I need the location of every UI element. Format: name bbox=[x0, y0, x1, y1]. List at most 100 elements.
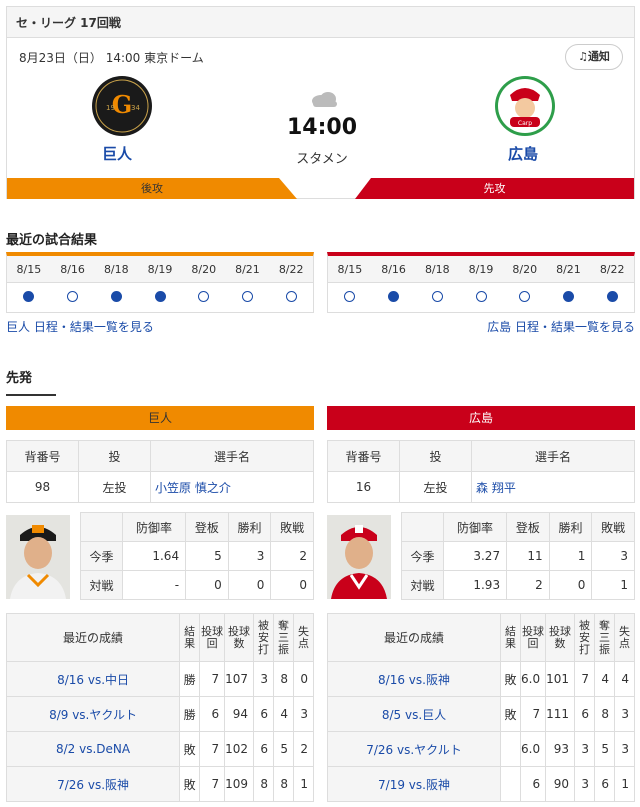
season-wins: 3 bbox=[227, 541, 272, 571]
notify-button[interactable]: ♫通知 bbox=[565, 44, 623, 70]
result-cell: 4 bbox=[594, 661, 615, 697]
game-link[interactable]: 7/19 vs.阪神 bbox=[327, 766, 501, 802]
away-pitcher-table: 背番号 投 選手名 16 左投 森 翔平 bbox=[327, 440, 635, 503]
result-header: 投球数 bbox=[224, 613, 254, 662]
row-season: 今季 bbox=[80, 541, 123, 571]
result-cell: 6 bbox=[253, 731, 274, 767]
away-stat-table: 防御率 登板 勝利 敗戦 今季 3.27 11 1 3 対戦 1.93 2 0 … bbox=[401, 512, 635, 600]
result-cell: 1 bbox=[614, 766, 635, 802]
home-team-name[interactable]: 巨人 bbox=[102, 143, 132, 164]
pitcher-name-link[interactable]: 小笠原 慎之介 bbox=[150, 471, 314, 503]
result-cell: 6 bbox=[574, 696, 595, 732]
result-cell: 勝 bbox=[179, 696, 201, 732]
away-pitcher-photo[interactable] bbox=[327, 515, 391, 599]
recent-result-cell[interactable] bbox=[372, 283, 416, 310]
recent-result-cell[interactable] bbox=[7, 283, 51, 310]
home-recent-marks bbox=[7, 283, 313, 310]
result-cell: 90 bbox=[545, 766, 575, 802]
result-cell: 7 bbox=[199, 731, 226, 767]
result-cell: 6 bbox=[594, 766, 615, 802]
recent-result-cell[interactable] bbox=[590, 283, 634, 310]
season-era: 3.27 bbox=[442, 541, 508, 571]
stat-corner bbox=[401, 512, 444, 542]
recent-result-cell[interactable] bbox=[547, 283, 591, 310]
recent-result-cell[interactable] bbox=[138, 283, 182, 310]
game-link[interactable]: 7/26 vs.ヤクルト bbox=[327, 731, 501, 767]
result-cell: 4 bbox=[273, 696, 294, 732]
recent-result-cell[interactable] bbox=[94, 283, 138, 310]
recent-date: 8/22 bbox=[278, 263, 304, 276]
bell-icon: ♫ bbox=[578, 50, 588, 63]
home-schedule-link[interactable]: 巨人 日程・結果一覧を見る bbox=[6, 318, 154, 335]
result-header: 投球回 bbox=[199, 613, 226, 662]
vs-era: - bbox=[121, 570, 187, 600]
col-games: 登板 bbox=[506, 512, 550, 542]
giants-logo[interactable]: G 19 34 bbox=[91, 75, 153, 137]
result-cell: 3 bbox=[253, 661, 274, 697]
game-link[interactable]: 8/16 vs.中日 bbox=[5, 661, 181, 697]
recent-result-cell[interactable] bbox=[503, 283, 547, 310]
game-link[interactable]: 8/5 vs.巨人 bbox=[327, 696, 501, 732]
season-losses: 3 bbox=[591, 541, 635, 571]
home-pitcher-photo[interactable] bbox=[6, 515, 70, 599]
col-number: 背番号 bbox=[6, 440, 79, 472]
result-cell: 7 bbox=[574, 661, 595, 697]
col-number: 背番号 bbox=[327, 440, 400, 472]
pitcher-throws: 左投 bbox=[399, 471, 472, 503]
game-time: 14:00 bbox=[287, 115, 358, 140]
pitcher-number: 16 bbox=[327, 471, 400, 503]
result-cell bbox=[500, 731, 521, 767]
recent-date: 8/18 bbox=[424, 263, 450, 276]
result-cell: 8 bbox=[273, 661, 294, 697]
recent-result-cell[interactable] bbox=[415, 283, 459, 310]
vs-games: 2 bbox=[506, 570, 550, 600]
recent-result-cell[interactable] bbox=[459, 283, 503, 310]
recent-result-cell[interactable] bbox=[226, 283, 270, 310]
away-recent-marks bbox=[328, 283, 634, 310]
recent-result-cell[interactable] bbox=[51, 283, 95, 310]
result-cell: 8 bbox=[253, 766, 274, 802]
result-cell: 5 bbox=[273, 731, 294, 767]
table-row: 7/26 vs.ヤクルト 6.0 93 3 5 3 bbox=[327, 731, 635, 767]
result-cell: 3 bbox=[614, 731, 635, 767]
table-row: 7/19 vs.阪神 6 90 3 6 1 bbox=[327, 766, 635, 802]
game-datetime: 8月23日（日） 14:00 東京ドーム bbox=[19, 51, 204, 65]
carp-logo[interactable]: Carp bbox=[494, 75, 556, 137]
win-mark-icon bbox=[606, 291, 618, 302]
away-schedule-link[interactable]: 広島 日程・結果一覧を見る bbox=[487, 318, 635, 335]
result-cell: 7 bbox=[519, 696, 547, 732]
recent-date: 8/19 bbox=[468, 263, 494, 276]
home-recent-stats-table: 最近の成績 結果 投球回 投球数 被安打 奪三振 失点 8/16 vs.中日勝 7 107 3 8 0 8… bbox=[5, 613, 314, 802]
home-stat-table: 防御率 登板 勝利 敗戦 今季 1.64 5 3 2 対戦 - 0 0 0 bbox=[80, 512, 314, 600]
loss-mark-icon bbox=[67, 291, 79, 302]
win-mark-icon bbox=[562, 291, 574, 302]
result-cell: 7 bbox=[199, 766, 226, 802]
game-link[interactable]: 8/9 vs.ヤクルト bbox=[5, 696, 181, 732]
table-row: 8/16 vs.阪神敗 6.0 101 7 4 4 bbox=[327, 661, 635, 697]
recent-result-cell[interactable] bbox=[328, 283, 372, 310]
game-link[interactable]: 7/26 vs.阪神 bbox=[5, 766, 181, 802]
svg-text:34: 34 bbox=[131, 104, 140, 112]
table-row: 7/26 vs.阪神敗 7 109 8 8 1 bbox=[5, 766, 314, 802]
recent-result-cell[interactable] bbox=[269, 283, 313, 310]
game-link[interactable]: 8/2 vs.DeNA bbox=[5, 731, 181, 767]
recent-date: 8/16 bbox=[381, 263, 406, 276]
game-header: セ・リーグ 17回戦 8月23日（日） 14:00 東京ドーム ♫通知 G 19… bbox=[6, 6, 635, 199]
starters-underline bbox=[6, 394, 56, 396]
result-cell: 3 bbox=[574, 766, 595, 802]
result-cell: 勝 bbox=[179, 661, 201, 697]
home-order-bar: 後攻 bbox=[7, 178, 297, 199]
away-starter-band: 広島 bbox=[327, 406, 635, 430]
result-cell: 敗 bbox=[500, 696, 521, 732]
season-era: 1.64 bbox=[121, 541, 187, 571]
row-vs: 対戦 bbox=[80, 570, 123, 600]
loss-mark-icon bbox=[431, 291, 443, 302]
result-header: 失点 bbox=[293, 613, 314, 662]
result-cell: 8 bbox=[594, 696, 615, 732]
recent-result-cell[interactable] bbox=[182, 283, 226, 310]
pitcher-name-link[interactable]: 森 翔平 bbox=[471, 471, 635, 503]
away-team-name[interactable]: 広島 bbox=[508, 143, 538, 164]
result-header: 結果 bbox=[179, 613, 201, 662]
game-link[interactable]: 8/16 vs.阪神 bbox=[327, 661, 501, 697]
result-cell: 6 bbox=[199, 696, 226, 732]
